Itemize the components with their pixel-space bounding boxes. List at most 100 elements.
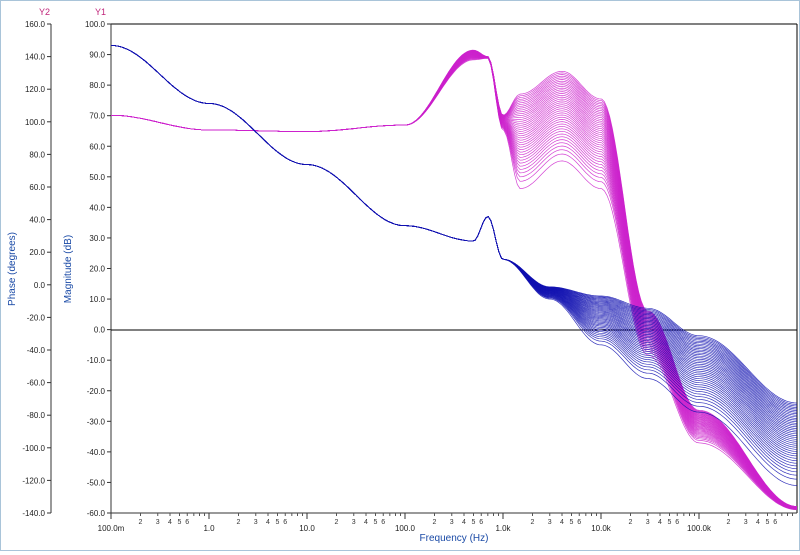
x-minor-label: 6	[577, 519, 581, 526]
chart-frame: Y2 Y1 Phase (degrees) Magnitude (dB) Fre…	[0, 0, 800, 551]
y1-tick-label: 30.0	[89, 234, 105, 243]
phase-series-line	[111, 52, 798, 508]
x-minor-label: 3	[254, 519, 258, 526]
x-minor-label: 6	[185, 519, 189, 526]
x-minor-label: 3	[156, 519, 160, 526]
x-minor-label: 3	[646, 519, 650, 526]
phase-series-line	[111, 54, 798, 509]
y1-axis-name: Y1	[95, 7, 106, 17]
magnitude-series-line	[110, 45, 798, 444]
x-minor-label: 5	[766, 519, 770, 526]
y1-tick-label: -50.0	[87, 478, 106, 487]
x-minor-label: 6	[479, 519, 483, 526]
y1-tick-label: 10.0	[89, 295, 105, 304]
x-minor-label: 5	[374, 519, 378, 526]
x-tick-label: 100.0m	[98, 524, 125, 533]
y2-tick-label: -100.0	[22, 444, 45, 453]
y1-tick-label: 90.0	[89, 51, 105, 60]
x-minor-label: 2	[531, 519, 535, 526]
y2-tick-label: 100.0	[25, 118, 46, 127]
phase-series-line	[111, 51, 798, 508]
magnitude-series-line	[110, 45, 798, 459]
y2-tick-label: -40.0	[27, 346, 46, 355]
phase-series-line	[111, 53, 798, 508]
x-tick-label: 100.0k	[687, 524, 712, 533]
x-minor-label: 4	[756, 519, 760, 526]
x-minor-label: 3	[450, 519, 454, 526]
x-minor-label: 2	[629, 519, 633, 526]
x-minor-label: 6	[675, 519, 679, 526]
y2-axis-name: Y2	[39, 7, 50, 17]
x-tick-label: 1.0	[203, 524, 215, 533]
x-minor-label: 4	[560, 519, 564, 526]
x-minor-label: 5	[472, 519, 476, 526]
bode-plot: Y2 Y1 Phase (degrees) Magnitude (dB) Fre…	[7, 7, 798, 544]
magnitude-series-line	[110, 45, 798, 464]
y2-tick-label: 140.0	[25, 53, 46, 62]
phase-series-line	[111, 57, 798, 511]
y1-tick-label: -60.0	[87, 509, 106, 518]
x-minor-label: 4	[168, 519, 172, 526]
magnitude-series-line	[110, 45, 798, 457]
x-minor-label: 2	[335, 519, 339, 526]
x-minor-label: 3	[548, 519, 552, 526]
magnitude-series-line	[110, 45, 798, 438]
phase-series-line	[111, 52, 798, 508]
x-tick-label: 1.0k	[495, 524, 511, 533]
magnitude-series-line	[110, 45, 798, 467]
phase-curves	[111, 49, 798, 511]
y2-tick-label: 20.0	[29, 248, 45, 257]
x-minor-label: 6	[381, 519, 385, 526]
x-minor-label: 2	[139, 519, 143, 526]
phase-series-line	[111, 57, 798, 510]
x-minor-label: 6	[773, 519, 777, 526]
y2-tick-label: 160.0	[25, 20, 46, 29]
x-minor-label: 5	[570, 519, 574, 526]
y1-tick-label: 100.0	[85, 20, 106, 29]
x-minor-label: 3	[744, 519, 748, 526]
magnitude-series-line	[110, 45, 798, 448]
phase-series-line	[111, 54, 798, 509]
y1-tick-label: 80.0	[89, 81, 105, 90]
magnitude-series-line	[110, 45, 798, 407]
y2-ticks: 160.0 140.0 120.0 100.0 80.0 60.0 40.0 20.0 0.0 -…	[22, 20, 51, 518]
x-minor-label: 4	[266, 519, 270, 526]
y1-tick-label: -40.0	[87, 448, 106, 457]
x-tick-label: 10.0k	[591, 524, 612, 533]
y1-tick-label: 60.0	[89, 142, 105, 151]
magnitude-series-line	[110, 45, 798, 429]
phase-series-line	[111, 57, 798, 510]
phase-series-line	[111, 53, 798, 509]
y2-tick-label: -120.0	[22, 476, 45, 485]
y2-tick-label: 40.0	[29, 216, 45, 225]
x-minor-label: 4	[658, 519, 662, 526]
magnitude-series-line	[110, 45, 798, 446]
y1-tick-label: 50.0	[89, 173, 105, 182]
phase-series-line	[111, 52, 798, 508]
y2-tick-label: 80.0	[29, 150, 45, 159]
phase-series-line	[111, 55, 798, 509]
y2-axis-label: Phase (degrees)	[7, 232, 18, 306]
y1-tick-label: -30.0	[87, 417, 106, 426]
x-axis-label: Frequency (Hz)	[420, 533, 489, 544]
x-minor-label: 3	[352, 519, 356, 526]
magnitude-series-line	[110, 45, 798, 408]
y1-tick-label: 70.0	[89, 112, 105, 121]
y2-tick-label: -20.0	[27, 313, 46, 322]
y1-tick-label: 40.0	[89, 203, 105, 212]
magnitude-series-line	[110, 45, 798, 428]
x-minor-label: 2	[237, 519, 241, 526]
y1-tick-label: -10.0	[87, 356, 106, 365]
y2-tick-label: -140.0	[22, 509, 45, 518]
phase-series-line	[111, 52, 798, 508]
x-minor-label: 5	[668, 519, 672, 526]
phase-series-line	[111, 55, 798, 509]
x-minor-label: 4	[462, 519, 466, 526]
magnitude-series-line	[110, 45, 798, 455]
phase-series-line	[111, 51, 798, 508]
magnitude-series-line	[110, 45, 798, 418]
y1-tick-label: 20.0	[89, 265, 105, 274]
x-tick-label: 100.0	[395, 524, 416, 533]
y2-tick-label: 0.0	[34, 281, 46, 290]
x-ticks: 100.0m2 3 4 5 61.02 3 4 5 610.02 3 4 5 6100.02 3 4 5 61.…	[98, 513, 794, 533]
